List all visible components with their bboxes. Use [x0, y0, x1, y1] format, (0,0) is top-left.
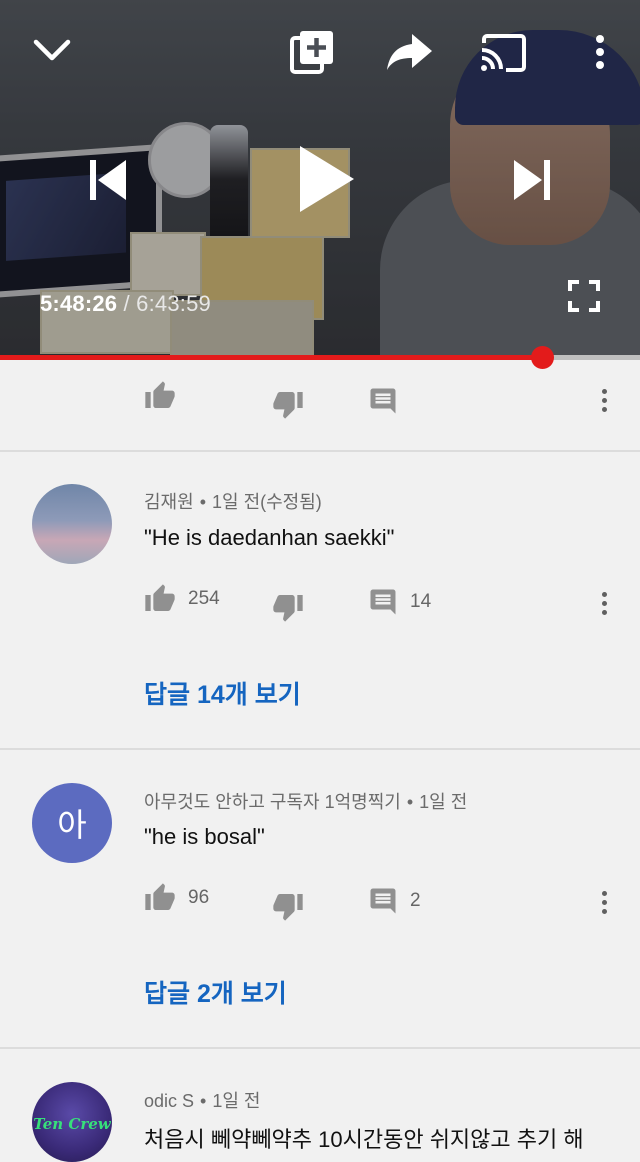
comment-text: 처음시 뻬약뻬약추 10시간동안 쉬지않고 추기 해	[144, 1127, 584, 1152]
chevron-down-icon[interactable]	[32, 36, 72, 69]
avatar[interactable]: Ten Crew	[32, 1082, 112, 1162]
scrubber-handle[interactable]	[530, 346, 554, 369]
share-icon[interactable]	[386, 32, 434, 77]
comment-text: "He is daedanhan saekki"	[144, 525, 395, 550]
comment-author[interactable]: 김재원	[144, 492, 194, 512]
time-separator: /	[123, 291, 130, 316]
thumbs-down-icon	[273, 894, 303, 921]
dislike-button[interactable]	[272, 591, 304, 623]
divider	[0, 1047, 640, 1049]
comment-more-icon[interactable]	[592, 882, 616, 922]
comment-more-icon[interactable]	[592, 583, 616, 623]
comment-meta: 아무것도 안하고 구독자 1억명찍기 • 1일 전	[144, 792, 468, 812]
dislike-button[interactable]	[272, 890, 304, 922]
comment-icon	[370, 388, 396, 414]
next-icon[interactable]	[512, 158, 552, 207]
like-count: 96	[188, 887, 210, 908]
like-button[interactable]	[144, 380, 176, 412]
total-time: 6:43:59	[136, 291, 211, 316]
thumbs-up-icon	[145, 883, 175, 910]
comment-author[interactable]: 아무것도 안하고 구독자 1억명찍기	[144, 792, 401, 812]
video-player[interactable]: 5:48:26 / 6:43:59	[0, 0, 640, 358]
comment-actions: 254 14	[0, 583, 640, 623]
comment-actions: 96 2	[0, 882, 640, 922]
divider	[0, 748, 640, 750]
comment-more-icon[interactable]	[592, 380, 616, 420]
add-to-playlist-icon[interactable]	[290, 30, 334, 79]
comment-meta: odic S • 1일 전	[144, 1091, 261, 1111]
comment-time: 1일 전	[212, 1091, 261, 1111]
dislike-button[interactable]	[272, 388, 304, 420]
divider	[0, 450, 640, 452]
time-readout: 5:48:26 / 6:43:59	[40, 291, 211, 317]
reply-count: 2	[410, 890, 421, 911]
comment-time: 1일 전	[419, 792, 468, 812]
comment-text: "he is bosal"	[144, 824, 265, 849]
thumbs-down-icon	[273, 392, 303, 419]
reply-button[interactable]: 2	[368, 886, 421, 916]
like-button[interactable]: 96	[144, 882, 209, 914]
progress-fill	[0, 355, 543, 360]
reply-button[interactable]: 14	[368, 587, 431, 617]
reply-button[interactable]	[368, 386, 398, 416]
previous-icon[interactable]	[88, 158, 128, 207]
thumbs-down-icon	[273, 595, 303, 622]
avatar[interactable]: 아	[32, 783, 112, 863]
view-replies-link[interactable]: 답글 14개 보기	[144, 675, 301, 711]
comment-author[interactable]: odic S	[144, 1091, 194, 1111]
like-button[interactable]: 254	[144, 583, 220, 615]
comment-time: 1일 전(수정됨)	[212, 492, 322, 512]
avatar-letter: 아	[57, 807, 87, 843]
thumbs-up-icon	[145, 381, 175, 408]
like-count: 254	[188, 588, 220, 609]
current-time: 5:48:26	[40, 291, 118, 316]
comment-icon	[370, 888, 396, 914]
view-replies-link[interactable]: 답글 2개 보기	[144, 974, 287, 1010]
reply-count: 14	[410, 591, 432, 612]
avatar-text: Ten Crew	[33, 1115, 111, 1133]
comment-meta: 김재원 • 1일 전(수정됨)	[144, 492, 322, 512]
cast-icon[interactable]	[480, 33, 528, 78]
comment-icon	[370, 589, 396, 615]
fullscreen-icon[interactable]	[568, 280, 600, 317]
comment-actions	[0, 380, 640, 420]
more-vert-icon[interactable]	[592, 34, 608, 75]
play-icon[interactable]	[298, 144, 356, 219]
avatar[interactable]	[32, 484, 112, 564]
thumbs-up-icon	[145, 584, 175, 611]
